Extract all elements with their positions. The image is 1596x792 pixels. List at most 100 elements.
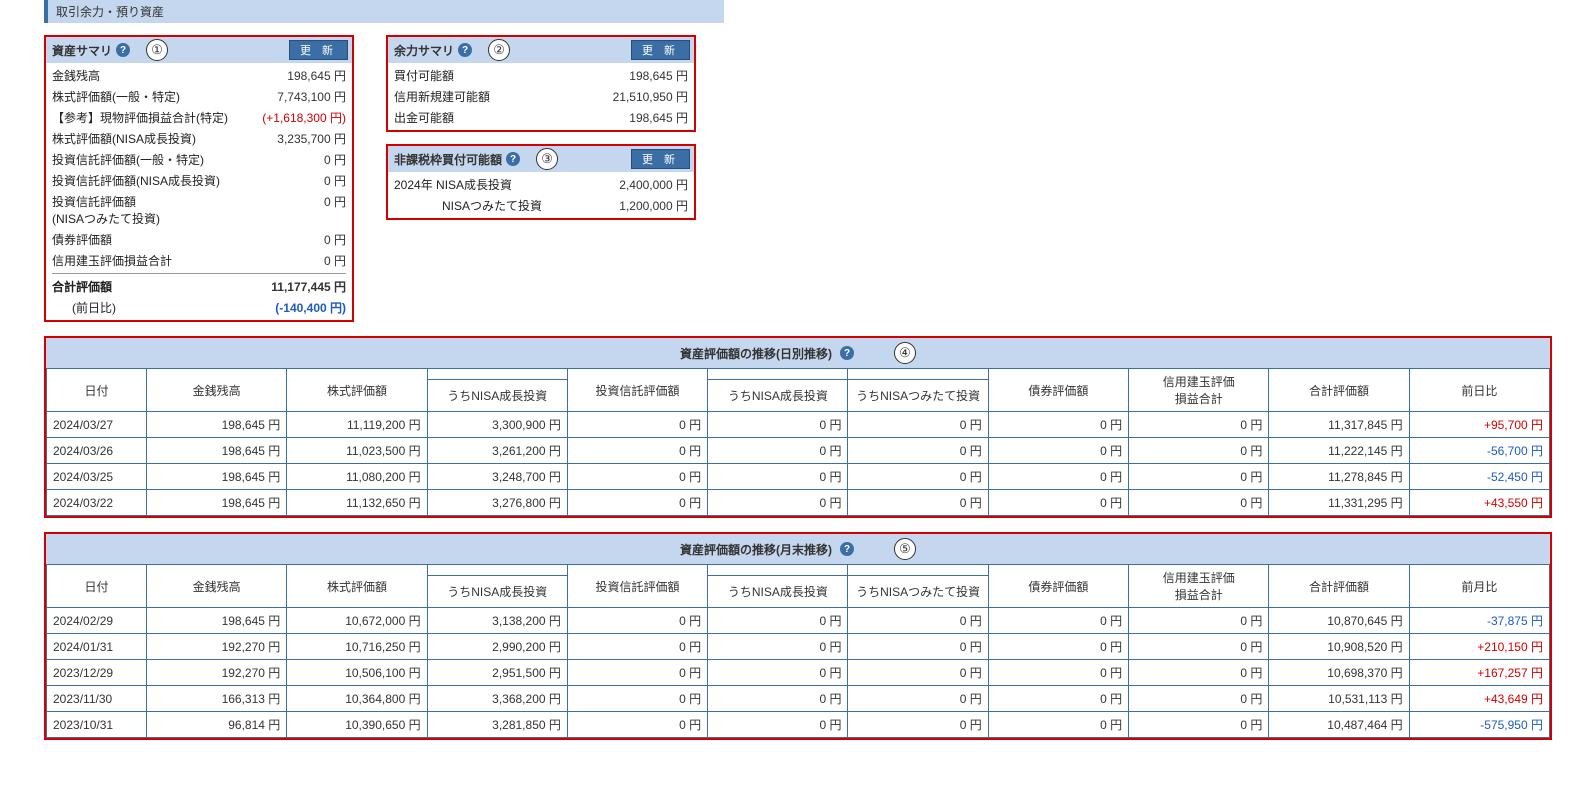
- table-cell: 0 円: [1129, 608, 1269, 634]
- table-cell: 0 円: [708, 712, 848, 738]
- kv-label: NISAつみたて投資: [394, 197, 542, 214]
- table-cell: 11,023,500 円: [287, 438, 427, 464]
- kv-value: (+1,618,300 円): [262, 109, 346, 126]
- page-title: 取引余力・預り資産: [44, 0, 724, 23]
- kv-value: 21,510,950 円: [613, 88, 688, 105]
- table-header: 日付: [47, 565, 147, 608]
- table-header: 信用建玉評価 損益合計: [1129, 565, 1269, 608]
- table-cell: +95,700 円: [1409, 412, 1549, 438]
- table-cell: 0 円: [1129, 490, 1269, 516]
- table-cell: 0 円: [1129, 438, 1269, 464]
- table-cell: 10,487,464 円: [1269, 712, 1409, 738]
- table-cell: 0 円: [708, 634, 848, 660]
- daily-history-panel: 資産評価額の推移(日別推移) ? ④ 日付金銭残高株式評価額投資信託評価額債券評…: [44, 336, 1552, 518]
- kv-label: 株式評価額(一般・特定): [52, 88, 180, 105]
- help-icon[interactable]: ?: [840, 346, 854, 360]
- help-icon[interactable]: ?: [506, 152, 520, 166]
- table-header: 合計評価額: [1269, 565, 1409, 608]
- kv-label: 信用建玉評価損益合計: [52, 252, 172, 269]
- help-icon[interactable]: ?: [116, 43, 130, 57]
- kv-label: 投資信託評価額(一般・特定): [52, 151, 204, 168]
- table-header: うちNISAつみたて投資: [848, 576, 988, 608]
- table-row: 2024/02/29198,645 円10,672,000 円3,138,200…: [47, 608, 1550, 634]
- table-cell: 0 円: [708, 608, 848, 634]
- table-cell: 0 円: [848, 464, 988, 490]
- table-cell: 0 円: [848, 608, 988, 634]
- table-header: 株式評価額: [287, 565, 427, 608]
- table-cell: 2024/01/31: [47, 634, 147, 660]
- table-cell: 11,331,295 円: [1269, 490, 1409, 516]
- table-cell: 0 円: [848, 634, 988, 660]
- table-cell: -52,450 円: [1409, 464, 1549, 490]
- update-button[interactable]: 更 新: [631, 40, 690, 60]
- table-cell: 0 円: [1129, 464, 1269, 490]
- daily-history-table: 日付金銭残高株式評価額投資信託評価額債券評価額信用建玉評価 損益合計合計評価額前…: [46, 368, 1550, 516]
- table-cell: 0 円: [988, 464, 1128, 490]
- table-cell: 0 円: [988, 412, 1128, 438]
- table-cell: 0 円: [567, 608, 707, 634]
- total-label: 合計評価額: [52, 278, 112, 295]
- kv-label: 株式評価額(NISA成長投資): [52, 130, 196, 147]
- kv-label: 買付可能額: [394, 67, 454, 84]
- help-icon[interactable]: ?: [840, 542, 854, 556]
- table-header: 投資信託評価額: [567, 565, 707, 608]
- table-row: 2024/03/26198,645 円11,023,500 円3,261,200…: [47, 438, 1550, 464]
- buying-power-title: 余力サマリ: [394, 42, 454, 59]
- table-cell: 3,248,700 円: [427, 464, 567, 490]
- table-header: [848, 369, 988, 380]
- table-cell: 0 円: [1129, 712, 1269, 738]
- asset-summary-title: 資産サマリ: [52, 42, 112, 59]
- table-row: 2023/12/29192,270 円10,506,100 円2,951,500…: [47, 660, 1550, 686]
- help-icon[interactable]: ?: [458, 43, 472, 57]
- table-cell: 10,870,645 円: [1269, 608, 1409, 634]
- table-cell: 10,390,650 円: [287, 712, 427, 738]
- table-cell: +43,649 円: [1409, 686, 1549, 712]
- table-cell: +210,150 円: [1409, 634, 1549, 660]
- table-cell: 11,119,200 円: [287, 412, 427, 438]
- table-header: うちNISAつみたて投資: [848, 380, 988, 412]
- table-header: 信用建玉評価 損益合計: [1129, 369, 1269, 412]
- table-cell: 0 円: [708, 464, 848, 490]
- table-cell: 0 円: [567, 660, 707, 686]
- table-cell: 0 円: [567, 490, 707, 516]
- table-cell: 11,080,200 円: [287, 464, 427, 490]
- table-cell: 0 円: [848, 412, 988, 438]
- nisa-panel: 非課税枠買付可能額 ? ③ 更 新 2024年 NISA成長投資2,400,00…: [386, 144, 696, 220]
- update-button[interactable]: 更 新: [289, 40, 348, 60]
- table-header: 前月比: [1409, 565, 1549, 608]
- table-row: 2023/11/30166,313 円10,364,800 円3,368,200…: [47, 686, 1550, 712]
- table-header: うちNISA成長投資: [427, 380, 567, 412]
- badge-2: ②: [488, 39, 510, 61]
- table-cell: 0 円: [988, 438, 1128, 464]
- table-cell: 198,645 円: [147, 608, 287, 634]
- table-cell: 0 円: [567, 412, 707, 438]
- table-cell: 10,672,000 円: [287, 608, 427, 634]
- badge-4: ④: [894, 342, 916, 364]
- table-cell: -575,950 円: [1409, 712, 1549, 738]
- table-cell: 3,300,900 円: [427, 412, 567, 438]
- table-header: 投資信託評価額: [567, 369, 707, 412]
- nisa-title: 非課税枠買付可能額: [394, 151, 502, 168]
- table-cell: 0 円: [848, 712, 988, 738]
- table-row: 2023/10/3196,814 円10,390,650 円3,281,850 …: [47, 712, 1550, 738]
- prev-value: (-140,400 円): [275, 299, 346, 316]
- table-row: 2024/03/25198,645 円11,080,200 円3,248,700…: [47, 464, 1550, 490]
- table-cell: 3,281,850 円: [427, 712, 567, 738]
- table-cell: 2023/11/30: [47, 686, 147, 712]
- table-cell: 2023/10/31: [47, 712, 147, 738]
- kv-label: 債券評価額: [52, 231, 112, 248]
- table-header: うちNISA成長投資: [708, 576, 848, 608]
- kv-value: 7,743,100 円: [277, 88, 346, 105]
- monthly-history-panel: 資産評価額の推移(月末推移) ? ⑤ 日付金銭残高株式評価額投資信託評価額債券評…: [44, 532, 1552, 740]
- table-cell: 0 円: [708, 660, 848, 686]
- table-cell: 0 円: [848, 438, 988, 464]
- table-cell: 0 円: [1129, 660, 1269, 686]
- table-header: 金銭残高: [147, 369, 287, 412]
- table-cell: 192,270 円: [147, 634, 287, 660]
- table-row: 2024/03/27198,645 円11,119,200 円3,300,900…: [47, 412, 1550, 438]
- table-cell: 0 円: [708, 686, 848, 712]
- table-cell: 10,364,800 円: [287, 686, 427, 712]
- badge-5: ⑤: [894, 538, 916, 560]
- kv-value: 0 円: [324, 172, 346, 189]
- update-button[interactable]: 更 新: [631, 149, 690, 169]
